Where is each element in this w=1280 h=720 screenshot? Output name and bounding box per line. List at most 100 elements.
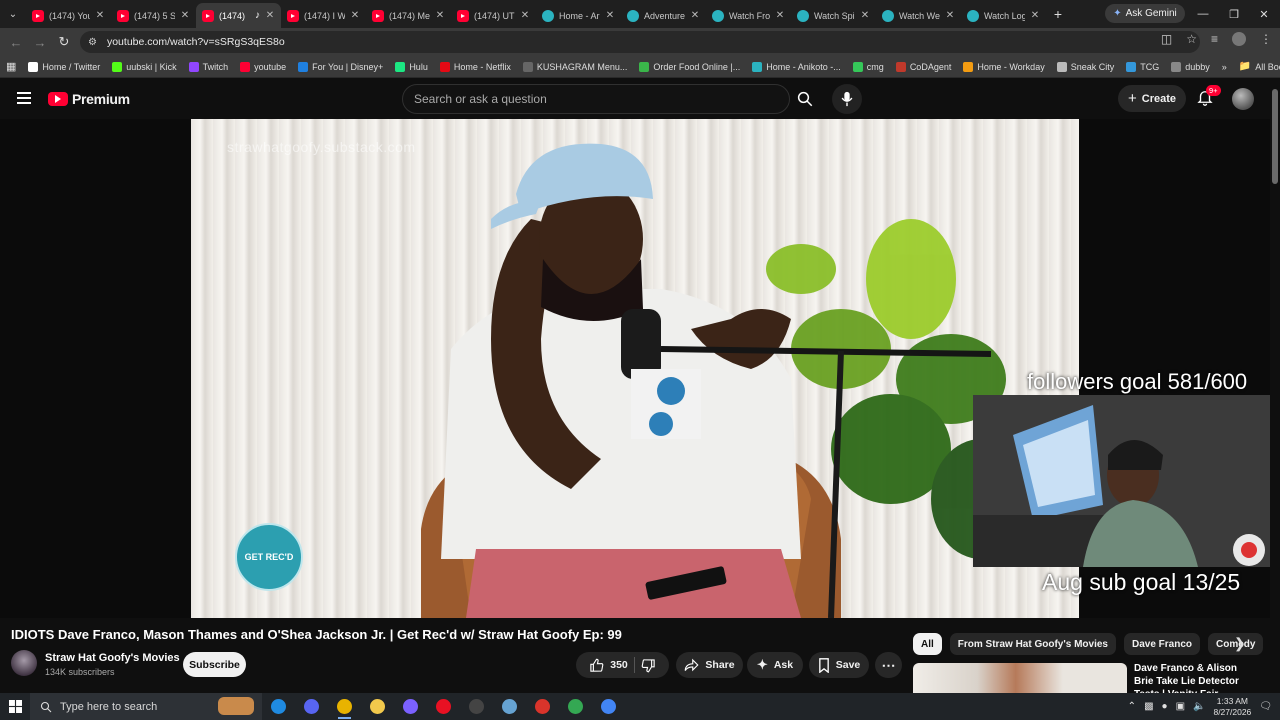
bookmark-item[interactable]: TCG — [1120, 61, 1165, 72]
start-button[interactable] — [0, 693, 30, 720]
volume-icon[interactable]: 🔈 — [1193, 701, 1205, 712]
reload-button[interactable]: ↻ — [52, 34, 76, 50]
bookmark-item[interactable]: dubby — [1165, 61, 1216, 72]
share-button[interactable]: Share — [676, 652, 743, 678]
steam-taskbar-button[interactable] — [493, 693, 526, 720]
edge-taskbar-button[interactable] — [262, 693, 295, 720]
channel-name[interactable]: Straw Hat Goofy's Movies — [45, 652, 180, 664]
taskbar-search-input[interactable]: Type here to search — [30, 693, 262, 720]
bookmark-item[interactable]: Sneak City — [1051, 61, 1121, 72]
like-button[interactable]: 350 — [589, 658, 628, 673]
browser-tab[interactable]: Watch Spi ✕ — [791, 3, 876, 28]
cast-icon[interactable]: ◫ — [1161, 32, 1172, 46]
chrome-taskbar-button[interactable] — [328, 693, 361, 720]
bookmark-item[interactable]: Home - Netflix — [434, 61, 517, 72]
video-player[interactable]: strawhatgoofy.substack.com GET REC'D fol… — [0, 119, 1270, 618]
tab-close-icon[interactable]: ✕ — [435, 10, 445, 21]
guide-menu-icon[interactable] — [17, 92, 31, 104]
bookmark-item[interactable]: Home - Workday — [957, 61, 1050, 72]
recommended-video-title[interactable]: Dave Franco & Alison Brie Take Lie Detec… — [1134, 662, 1252, 695]
bookmark-item[interactable]: Home - Anikoto -... — [746, 61, 847, 72]
address-bar[interactable]: ⚙ youtube.com/watch?v=sSRgS3qES8o — [80, 31, 1200, 53]
browser-tab[interactable]: (1474) UT ✕ — [451, 3, 536, 28]
create-button[interactable]: + Create — [1118, 85, 1186, 112]
bookmark-item[interactable]: Hulu — [389, 61, 434, 72]
site-info-icon[interactable]: ⚙ — [88, 37, 97, 48]
page-scrollbar[interactable] — [1270, 79, 1280, 720]
media-controls-icon[interactable]: ≡ — [1211, 32, 1218, 46]
game-controller-taskbar-button[interactable] — [394, 693, 427, 720]
tab-close-icon[interactable]: ✕ — [1030, 10, 1040, 21]
browser-tab[interactable]: Home - Ar ✕ — [536, 3, 621, 28]
tab-close-icon[interactable]: ✕ — [350, 10, 360, 21]
browser-menu-icon[interactable]: ⋮ — [1260, 32, 1272, 46]
browser-tab-active[interactable]: (1474) ♪ ✕ — [196, 3, 281, 28]
tab-close-icon[interactable]: ✕ — [945, 10, 955, 21]
channel-avatar[interactable] — [11, 650, 37, 676]
tab-close-icon[interactable]: ✕ — [860, 10, 870, 21]
bookmark-item[interactable]: youtube — [234, 61, 292, 72]
bookmark-item[interactable]: uubski | Kick — [106, 61, 182, 72]
tab-close-icon[interactable]: ✕ — [775, 10, 785, 21]
bookmark-item[interactable]: Twitch — [183, 61, 235, 72]
more-actions-button[interactable]: ⋯ — [875, 652, 902, 678]
tab-close-icon[interactable]: ✕ — [265, 10, 275, 21]
bookmark-item[interactable]: cmg — [847, 61, 890, 72]
dislike-button[interactable] — [641, 658, 656, 673]
new-tab-button[interactable]: + — [1046, 6, 1070, 22]
browser-tab[interactable]: Adventure ✕ — [621, 3, 706, 28]
display-icon[interactable]: ▣ — [1176, 701, 1185, 712]
tab-close-icon[interactable]: ✕ — [180, 10, 190, 21]
minimize-window-button[interactable]: — — [1187, 0, 1219, 28]
forward-button[interactable]: → — [28, 35, 52, 50]
clock[interactable]: 1:33 AM 8/27/2026 — [1213, 696, 1251, 718]
tab-close-icon[interactable]: ✕ — [95, 10, 105, 21]
browser-tab[interactable]: Watch Log ✕ — [961, 3, 1046, 28]
more-bookmarks-chevron-icon[interactable]: » — [1216, 62, 1233, 72]
browser-tab[interactable]: (1474) 5 S ✕ — [111, 3, 196, 28]
bookmark-item[interactable]: Order Food Online |... — [633, 61, 746, 72]
search-button[interactable] — [790, 84, 820, 114]
bookmark-item[interactable]: CoDAgent — [890, 61, 958, 72]
apps-grid-icon[interactable]: ▦ — [0, 60, 22, 73]
ask-button[interactable]: ✦ Ask — [747, 652, 803, 678]
url-text[interactable]: youtube.com/watch?v=sSRgS3qES8o — [107, 36, 285, 48]
file-explorer-taskbar-button[interactable] — [361, 693, 394, 720]
chrome-profile-taskbar-button[interactable] — [592, 693, 625, 720]
notifications-button[interactable]: 9+ — [1196, 85, 1221, 108]
filter-chip[interactable]: Dave Franco — [1123, 633, 1200, 655]
filter-chip[interactable]: All — [913, 633, 942, 655]
video-frame[interactable]: strawhatgoofy.substack.com GET REC'D — [191, 119, 1079, 618]
search-input[interactable]: Search or ask a question — [402, 84, 790, 114]
media-player-taskbar-button[interactable] — [427, 693, 460, 720]
bookmark-item[interactable]: KUSHAGRAM Menu... — [517, 61, 634, 72]
chrome-alt-taskbar-button[interactable] — [559, 693, 592, 720]
save-button[interactable]: Save — [809, 652, 869, 678]
profile-avatar[interactable] — [1232, 32, 1246, 46]
tab-close-icon[interactable]: ✕ — [690, 10, 700, 21]
close-window-button[interactable]: ✕ — [1248, 0, 1280, 28]
ask-gemini-button[interactable]: ✦ Ask Gemini — [1105, 4, 1185, 23]
subscribe-button[interactable]: Subscribe — [183, 652, 246, 677]
bookmark-star-icon[interactable]: ☆ — [1186, 32, 1197, 46]
bookmark-item[interactable]: For You | Disney+ — [292, 61, 389, 72]
all-bookmarks-button[interactable]: 📁 All Bookmarks — [1233, 61, 1280, 72]
scrollbar-thumb[interactable] — [1272, 89, 1278, 184]
notification-center-icon[interactable]: 🗨 — [1259, 701, 1272, 712]
bookmark-item[interactable]: Home / Twitter — [22, 61, 106, 72]
back-button[interactable]: ← — [4, 35, 28, 50]
account-avatar[interactable] — [1232, 88, 1254, 110]
tab-audio-icon[interactable]: ♪ — [255, 10, 260, 21]
restore-window-button[interactable]: ❐ — [1218, 0, 1250, 28]
microphone-tray-icon[interactable]: ● — [1162, 701, 1168, 712]
tray-overflow-chevron-icon[interactable]: ⌃ — [1128, 701, 1136, 712]
tab-close-icon[interactable]: ✕ — [520, 10, 530, 21]
browser-tab[interactable]: (1474) You ✕ — [26, 3, 111, 28]
recommended-video-thumbnail[interactable] — [913, 663, 1127, 695]
filter-chip[interactable]: From Straw Hat Goofy's Movies — [949, 633, 1116, 655]
browser-tab[interactable]: Watch Fro ✕ — [706, 3, 791, 28]
browser-tab[interactable]: (1474) Me ✕ — [366, 3, 451, 28]
discord-taskbar-button[interactable] — [295, 693, 328, 720]
tab-search-chevron-icon[interactable]: ⌄ — [0, 0, 26, 28]
browser-tab[interactable]: (1474) I W ✕ — [281, 3, 366, 28]
